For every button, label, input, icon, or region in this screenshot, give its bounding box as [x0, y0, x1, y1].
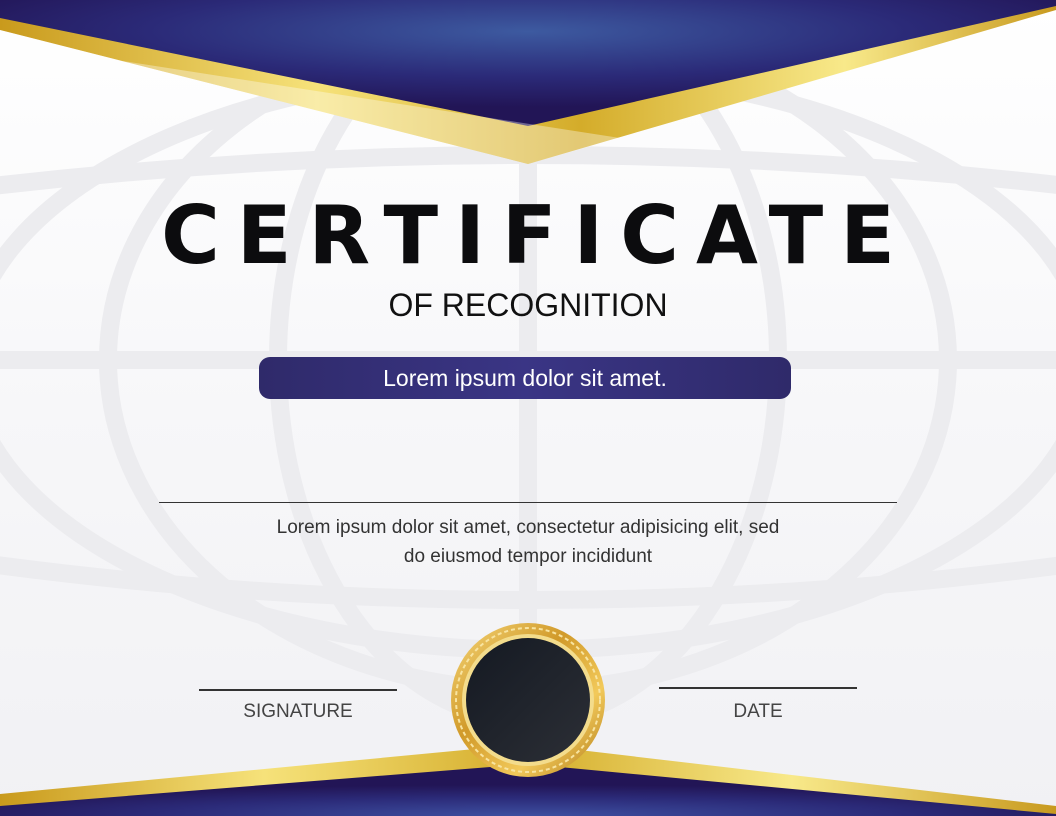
- description-line-2: do eiusmod tempor incididunt: [403, 546, 653, 567]
- signature-label: SIGNATURE: [243, 701, 353, 722]
- award-seal-icon: [451, 623, 605, 777]
- divider-line: [159, 502, 897, 503]
- recipient-name: Lorem ipsum dolor sit amet.: [383, 365, 667, 391]
- signature-line: [199, 689, 397, 691]
- recipient-name-banner: Lorem ipsum dolor sit amet.: [259, 357, 791, 399]
- date-label: DATE: [733, 701, 783, 722]
- certificate: CERTIFICATE OF RECOGNITION Lorem ipsum d…: [0, 0, 1056, 816]
- date-line: [659, 687, 857, 689]
- certificate-subtitle: OF RECOGNITION: [388, 287, 668, 323]
- description-text: Lorem ipsum dolor sit amet, consectetur …: [218, 513, 838, 571]
- certificate-title: CERTIFICATE: [161, 189, 912, 282]
- description-line-1: Lorem ipsum dolor sit amet, consectetur …: [276, 517, 780, 538]
